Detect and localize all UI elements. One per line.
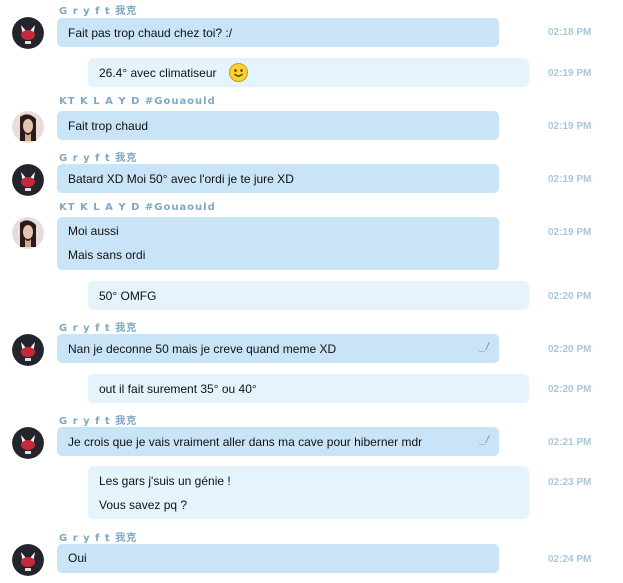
avatar-klayd-icon — [12, 111, 44, 143]
timestamp: 02:19 PM — [548, 174, 592, 185]
message-text: Moi aussi — [68, 224, 119, 238]
edit-pencil-icon[interactable]: _/ — [480, 434, 489, 446]
avatar-klayd[interactable] — [12, 111, 44, 143]
message-bubble[interactable]: Fait trop chaud — [57, 111, 499, 140]
sender-name[interactable]: KT K L A Y D #Gouaould — [59, 202, 216, 213]
message-text: Mais sans ordi — [68, 248, 146, 262]
avatar-gryft[interactable] — [12, 164, 44, 196]
timestamp: 02:21 PM — [548, 437, 592, 448]
sender-name[interactable]: G r y f t 我克 — [59, 149, 137, 164]
avatar-klayd[interactable] — [12, 217, 44, 249]
avatar-gryft-icon — [12, 164, 44, 196]
message-bubble[interactable]: Je crois que je vais vraiment aller dans… — [57, 427, 499, 456]
message-bubble[interactable]: Nan je deconne 50 mais je creve quand me… — [57, 334, 499, 363]
sender-name[interactable]: G r y f t 我克 — [59, 319, 137, 334]
message-text: Batard XD Moi 50° avec l'ordi je te jure… — [68, 172, 294, 186]
timestamp: 02:20 PM — [548, 384, 592, 395]
avatar-gryft-icon — [12, 427, 44, 459]
sender-name[interactable]: G r y f t 我克 — [59, 529, 137, 544]
message-text: Nan je deconne 50 mais je creve quand me… — [68, 342, 337, 356]
timestamp: 02:19 PM — [548, 121, 592, 132]
avatar-gryft-icon — [12, 544, 44, 576]
timestamp: 02:18 PM — [548, 27, 592, 38]
message-text: 26.4° avec climatiseur — [99, 66, 217, 80]
message-text: Oui — [68, 551, 87, 565]
message-bubble[interactable]: Moi aussi Mais sans ordi — [57, 217, 499, 270]
message-bubble[interactable]: Batard XD Moi 50° avec l'ordi je te jure… — [57, 164, 499, 193]
message-text: 50° OMFG — [99, 289, 157, 303]
avatar-gryft-icon — [12, 334, 44, 366]
message-text: out il fait surement 35° ou 40° — [99, 382, 257, 396]
timestamp: 02:23 PM — [548, 477, 592, 488]
sender-name[interactable]: G r y f t 我克 — [59, 412, 137, 427]
message-text: Fait pas trop chaud chez toi? :/ — [68, 26, 233, 40]
message-text: Vous savez pq ? — [99, 498, 188, 512]
avatar-gryft[interactable] — [12, 544, 44, 576]
avatar-gryft-icon — [12, 17, 44, 49]
message-text: Fait trop chaud — [68, 119, 149, 133]
timestamp: 02:20 PM — [548, 291, 592, 302]
timestamp: 02:19 PM — [548, 227, 592, 238]
avatar-gryft[interactable] — [12, 427, 44, 459]
message-bubble[interactable]: 26.4° avec climatiseur — [88, 58, 529, 87]
avatar-klayd-icon — [12, 217, 44, 249]
timestamp: 02:20 PM — [548, 344, 592, 355]
avatar-gryft[interactable] — [12, 334, 44, 366]
smiley-icon — [229, 63, 248, 87]
message-bubble[interactable]: out il fait surement 35° ou 40° — [88, 374, 529, 403]
message-text: Je crois que je vais vraiment aller dans… — [68, 435, 423, 449]
edit-pencil-icon[interactable]: _/ — [480, 341, 489, 353]
message-bubble[interactable]: 50° OMFG — [88, 281, 529, 310]
avatar-gryft[interactable] — [12, 17, 44, 49]
sender-name[interactable]: KT K L A Y D #Gouaould — [59, 96, 216, 107]
timestamp: 02:19 PM — [548, 68, 592, 79]
message-bubble[interactable]: Oui — [57, 544, 499, 573]
sender-name[interactable]: G r y f t 我克 — [59, 2, 137, 17]
message-bubble[interactable]: Les gars j'suis un génie ! Vous savez pq… — [88, 466, 529, 519]
message-text: Les gars j'suis un génie ! — [99, 474, 231, 488]
message-bubble[interactable]: Fait pas trop chaud chez toi? :/ — [57, 18, 499, 47]
timestamp: 02:24 PM — [548, 554, 592, 565]
